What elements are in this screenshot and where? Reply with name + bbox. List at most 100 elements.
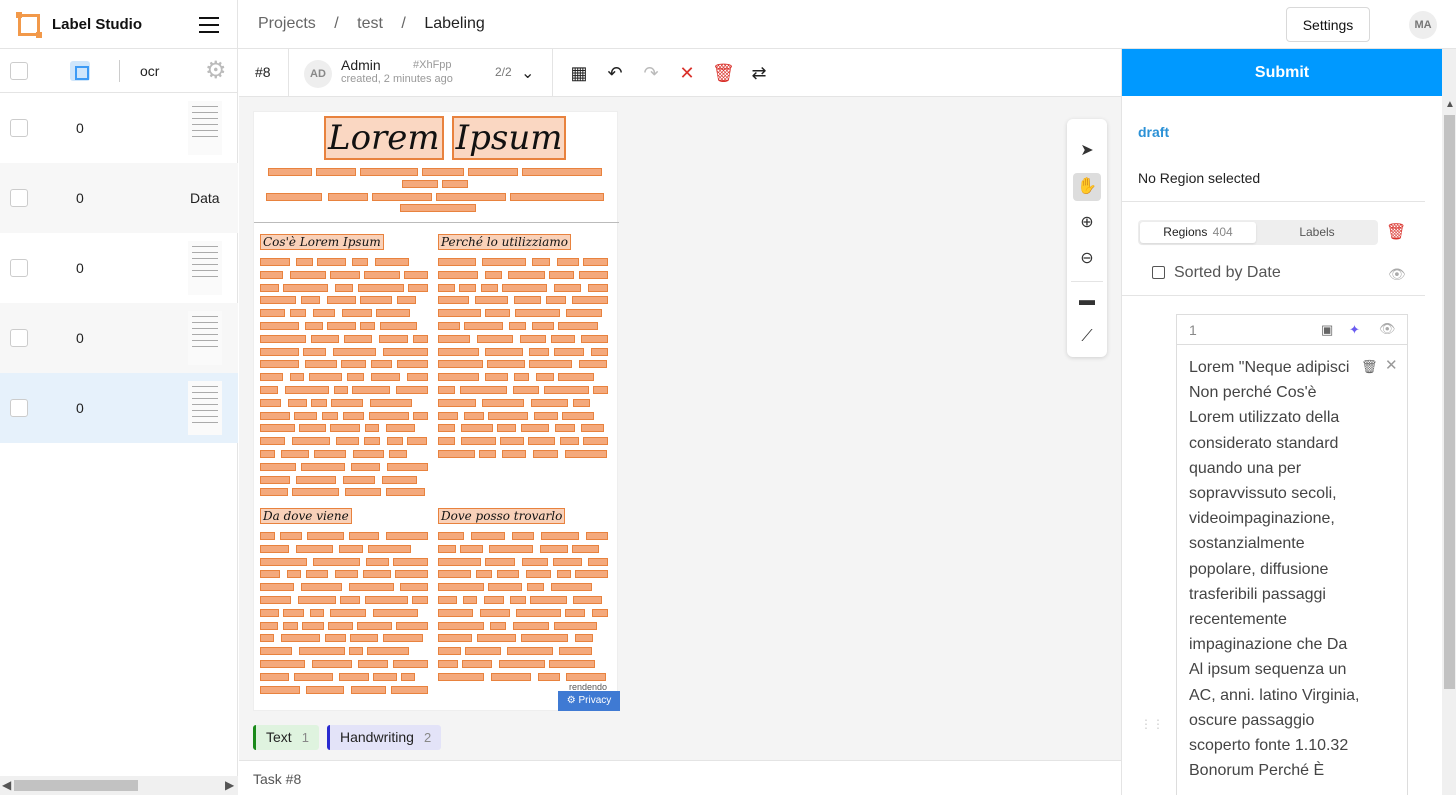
word-region[interactable] <box>260 532 275 540</box>
word-region[interactable] <box>260 334 306 343</box>
word-region[interactable] <box>538 672 560 681</box>
word-region[interactable] <box>260 475 290 484</box>
word-region[interactable] <box>260 258 290 266</box>
word-region[interactable] <box>581 424 604 433</box>
word-region[interactable] <box>303 347 326 356</box>
word-region[interactable] <box>438 360 483 369</box>
word-region[interactable] <box>370 398 412 407</box>
word-region[interactable] <box>464 411 484 420</box>
word-region[interactable] <box>462 660 492 668</box>
row-checkbox[interactable] <box>10 329 28 347</box>
word-region[interactable] <box>465 647 501 656</box>
word-region[interactable] <box>532 322 554 330</box>
word-region[interactable] <box>397 360 428 369</box>
word-region[interactable] <box>438 621 484 630</box>
word-region[interactable] <box>521 634 568 643</box>
word-region[interactable] <box>471 532 505 540</box>
word-region[interactable] <box>349 532 379 540</box>
word-region[interactable] <box>283 283 328 292</box>
word-region[interactable] <box>558 322 598 330</box>
word-region[interactable] <box>306 570 328 579</box>
delete-icon[interactable]: 🗑 <box>712 62 735 84</box>
word-region[interactable] <box>572 544 599 553</box>
word-region[interactable] <box>296 475 336 484</box>
word-region[interactable] <box>516 608 561 617</box>
word-region[interactable] <box>521 424 549 433</box>
word-region[interactable] <box>349 647 363 656</box>
word-region[interactable] <box>554 621 597 630</box>
word-region[interactable] <box>335 283 353 292</box>
word-region[interactable] <box>579 270 608 279</box>
word-region[interactable] <box>438 450 475 458</box>
word-region[interactable] <box>559 647 592 656</box>
word-region[interactable] <box>260 386 278 394</box>
word-region[interactable] <box>592 608 608 617</box>
word-region[interactable] <box>400 204 476 212</box>
word-region[interactable] <box>386 532 428 540</box>
word-region[interactable] <box>294 411 317 420</box>
word-region[interactable] <box>500 437 524 446</box>
title-word-region[interactable]: Lorem <box>324 116 444 160</box>
menu-icon[interactable] <box>199 17 219 33</box>
word-region[interactable] <box>260 488 288 497</box>
word-region[interactable] <box>260 398 281 407</box>
word-region[interactable] <box>488 583 522 592</box>
word-region[interactable] <box>549 660 595 668</box>
word-region[interactable] <box>533 450 558 458</box>
document-image[interactable]: Lorem Ipsum Cos'è Lorem Ipsum Perché lo u… <box>253 111 620 711</box>
word-region[interactable] <box>342 309 372 318</box>
word-region[interactable] <box>532 258 550 266</box>
word-region[interactable] <box>352 258 368 266</box>
word-region[interactable] <box>438 570 471 579</box>
word-region[interactable] <box>294 672 333 681</box>
word-region[interactable] <box>460 386 507 394</box>
word-region[interactable] <box>305 360 337 369</box>
eye-icon[interactable]: 👁 <box>1379 321 1396 337</box>
word-region[interactable] <box>566 672 606 681</box>
word-region[interactable] <box>366 557 389 566</box>
word-region[interactable] <box>485 309 510 318</box>
word-region[interactable] <box>485 347 523 356</box>
word-region[interactable] <box>285 386 329 394</box>
task-row[interactable]: 0 <box>0 93 238 163</box>
word-region[interactable] <box>313 309 335 318</box>
word-region[interactable] <box>488 411 528 420</box>
word-region[interactable] <box>395 570 428 579</box>
word-region[interactable] <box>266 193 322 201</box>
word-region[interactable] <box>540 544 568 553</box>
word-region[interactable] <box>309 373 342 382</box>
word-region[interactable] <box>375 258 409 266</box>
word-region[interactable] <box>365 596 408 604</box>
polygon-tool-icon[interactable]: ⟋ <box>1073 323 1101 351</box>
word-region[interactable] <box>364 437 380 446</box>
word-region[interactable] <box>497 424 516 433</box>
word-region[interactable] <box>438 309 481 318</box>
word-region[interactable] <box>382 475 417 484</box>
scroll-right-icon[interactable]: ▶ <box>225 778 234 792</box>
word-region[interactable] <box>544 386 589 394</box>
word-region[interactable] <box>489 544 533 553</box>
word-region[interactable] <box>268 168 312 176</box>
word-region[interactable] <box>383 634 423 643</box>
word-region[interactable] <box>534 411 558 420</box>
word-region[interactable] <box>365 424 379 433</box>
horizontal-scrollbar[interactable]: ◀ ▶ <box>0 776 238 795</box>
word-region[interactable] <box>260 450 275 458</box>
word-region[interactable] <box>530 596 567 604</box>
breadcrumb-project[interactable]: test <box>357 15 383 32</box>
word-region[interactable] <box>460 544 483 553</box>
word-region[interactable] <box>522 168 602 176</box>
word-region[interactable] <box>371 373 400 382</box>
word-region[interactable] <box>528 437 555 446</box>
word-region[interactable] <box>459 283 476 292</box>
word-region[interactable] <box>477 634 516 643</box>
word-region[interactable] <box>260 672 289 681</box>
close-icon[interactable]: ✕ <box>676 62 698 84</box>
word-region[interactable] <box>307 532 344 540</box>
pointer-icon[interactable]: ➤ <box>1073 137 1101 165</box>
heading-region[interactable]: Dove posso trovarlo <box>438 508 566 524</box>
word-region[interactable] <box>260 685 300 694</box>
settings-button[interactable]: Settings <box>1286 7 1370 42</box>
word-region[interactable] <box>442 180 468 188</box>
close-icon[interactable]: ✕ <box>1385 356 1398 374</box>
